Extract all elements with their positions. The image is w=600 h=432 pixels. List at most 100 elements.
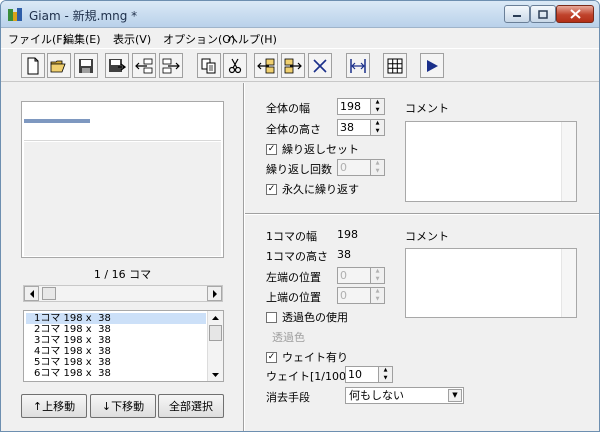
insert-before-button[interactable] [132, 53, 156, 78]
title-bar[interactable]: Giam - 新規.mng * [1, 1, 599, 28]
wait-spinner[interactable]: 10 ▲ ▼ [345, 366, 393, 383]
maximize-button[interactable] [530, 5, 556, 23]
menu-help[interactable]: ヘルプ(H) [227, 31, 277, 47]
toolbar [1, 48, 599, 82]
total-height-field[interactable]: 38 [337, 119, 371, 136]
spin-down-icon[interactable]: ▼ [371, 168, 384, 176]
scroll-up-button[interactable] [209, 312, 222, 323]
new-button[interactable] [21, 53, 45, 78]
top-position-field[interactable]: 0 [337, 287, 371, 304]
fit-icon [350, 58, 366, 73]
spin-buttons[interactable]: ▲ ▼ [371, 267, 385, 284]
grid-button[interactable] [383, 53, 407, 78]
spin-down-icon[interactable]: ▼ [371, 296, 384, 304]
spin-up-icon[interactable]: ▲ [371, 99, 384, 107]
spin-down-icon[interactable]: ▼ [371, 107, 384, 115]
scroll-right-button[interactable] [207, 286, 222, 301]
open-button[interactable] [47, 53, 71, 78]
chevron-down-icon[interactable]: ▼ [448, 389, 462, 402]
new-file-icon [27, 57, 39, 74]
spin-down-icon[interactable]: ▼ [371, 128, 384, 136]
list-item[interactable]: 4コマ 198 x 38 [26, 346, 206, 357]
move-up-button[interactable]: ↑上移動 [21, 394, 87, 418]
scroll-thumb[interactable] [42, 287, 56, 300]
list-item[interactable]: 6コマ 198 x 38 [26, 368, 206, 379]
insert-after-button[interactable] [159, 53, 183, 78]
save-button[interactable] [74, 53, 98, 78]
spin-up-icon[interactable]: ▲ [379, 367, 392, 375]
arrow-up-icon [212, 315, 219, 320]
scroll-left-button[interactable] [24, 286, 39, 301]
spin-up-icon[interactable]: ▲ [371, 160, 384, 168]
save-as-button[interactable] [105, 53, 129, 78]
menu-file[interactable]: ファイル(F) [8, 31, 67, 47]
copy-button[interactable] [197, 53, 221, 78]
cut-button[interactable] [223, 53, 247, 78]
frame-comment-field[interactable] [405, 248, 577, 318]
dispose-label: 消去手段 [266, 391, 310, 404]
loop-forever-label: 永久に繰り返す [282, 183, 359, 196]
paste-before-button[interactable] [254, 53, 278, 78]
frame-width-label: 1コマの幅 [266, 230, 317, 243]
total-width-spinner[interactable]: 198 ▲ ▼ [337, 98, 385, 115]
frame-preview [21, 101, 224, 258]
wait-field[interactable]: 10 [345, 366, 379, 383]
list-scrollbar[interactable] [207, 311, 223, 381]
arrow-left-icon [29, 289, 34, 298]
loop-count-field[interactable]: 0 [337, 159, 371, 176]
spin-up-icon[interactable]: ▲ [371, 268, 384, 276]
spin-buttons[interactable]: ▲ ▼ [379, 366, 393, 383]
frame-scrollbar[interactable] [23, 285, 223, 302]
loop-count-spinner[interactable]: 0 ▲ ▼ [337, 159, 385, 176]
menu-edit[interactable]: 編集(E) [63, 31, 101, 47]
menu-options[interactable]: オプション(O) [163, 31, 235, 47]
dispose-value: 何もしない [349, 389, 404, 402]
left-position-field[interactable]: 0 [337, 267, 371, 284]
comment-scrollbar[interactable] [561, 249, 576, 317]
delete-button[interactable] [308, 53, 332, 78]
total-height-spinner[interactable]: 38 ▲ ▼ [337, 119, 385, 136]
paste-after-button[interactable] [281, 53, 305, 78]
move-down-button[interactable]: ↓下移動 [90, 394, 156, 418]
top-position-spinner[interactable]: 0 ▲ ▼ [337, 287, 385, 304]
minimize-button[interactable] [504, 5, 530, 23]
spin-up-icon[interactable]: ▲ [371, 120, 384, 128]
loop-set-label: 繰り返しセット [282, 143, 359, 156]
transparent-label: 透過色の使用 [282, 311, 348, 324]
top-position-label: 上端の位置 [266, 291, 321, 304]
list-item[interactable]: 3コマ 198 x 38 [26, 335, 206, 346]
spin-buttons[interactable]: ▲ ▼ [371, 98, 385, 115]
window-title: Giam - 新規.mng * [29, 9, 138, 23]
list-item[interactable]: 1コマ 198 x 38 [26, 313, 206, 324]
scroll-thumb[interactable] [209, 325, 222, 341]
total-width-field[interactable]: 198 [337, 98, 371, 115]
loop-set-checkbox[interactable]: ✓ 繰り返しセット [266, 141, 359, 157]
open-folder-icon [50, 60, 66, 72]
cut-icon [228, 58, 242, 73]
close-button[interactable] [556, 5, 594, 23]
fit-button[interactable] [346, 53, 370, 78]
global-comment-label: コメント [405, 102, 449, 115]
spin-up-icon[interactable]: ▲ [371, 288, 384, 296]
total-height-label: 全体の高さ [266, 123, 321, 136]
left-position-spinner[interactable]: 0 ▲ ▼ [337, 267, 385, 284]
menu-view[interactable]: 表示(V) [113, 31, 151, 47]
spin-down-icon[interactable]: ▼ [379, 375, 392, 383]
spin-buttons[interactable]: ▲ ▼ [371, 287, 385, 304]
comment-scrollbar[interactable] [561, 122, 576, 201]
list-item[interactable]: 5コマ 198 x 38 [26, 357, 206, 368]
select-all-button[interactable]: 全部選択 [158, 394, 224, 418]
spin-buttons[interactable]: ▲ ▼ [371, 159, 385, 176]
spin-down-icon[interactable]: ▼ [371, 276, 384, 284]
global-comment-field[interactable] [405, 121, 577, 202]
list-item[interactable]: 2コマ 198 x 38 [26, 324, 206, 335]
frame-list[interactable]: 1コマ 198 x 38 2コマ 198 x 38 3コマ 198 x 38 4… [23, 310, 224, 382]
play-button[interactable] [420, 53, 444, 78]
loop-forever-checkbox[interactable]: ✓ 永久に繰り返す [266, 181, 359, 197]
checkmark-icon: ✓ [266, 183, 277, 195]
wait-checkbox[interactable]: ✓ ウェイト有り [266, 349, 348, 365]
dispose-select[interactable]: 何もしない ▼ [345, 387, 464, 404]
scroll-down-button[interactable] [209, 369, 222, 380]
spin-buttons[interactable]: ▲ ▼ [371, 119, 385, 136]
transparent-checkbox[interactable]: 透過色の使用 [266, 309, 348, 325]
